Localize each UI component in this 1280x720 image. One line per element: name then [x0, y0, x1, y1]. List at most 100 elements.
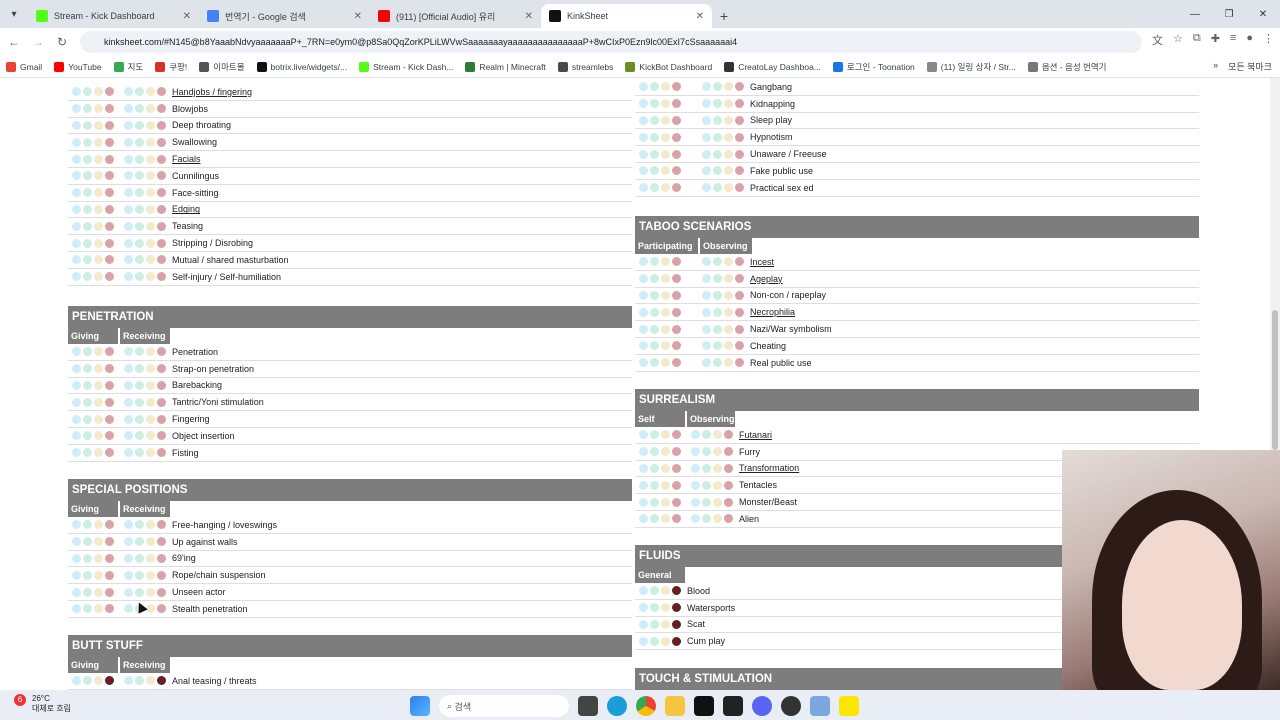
rating-dot[interactable]: [713, 82, 722, 92]
rating-dot[interactable]: [157, 188, 166, 198]
restore-button[interactable]: ❐: [1212, 0, 1246, 28]
rating-dot[interactable]: [639, 99, 648, 109]
rating-dot[interactable]: [72, 414, 81, 424]
rating-dot[interactable]: [661, 480, 670, 490]
rating-dot[interactable]: [661, 514, 670, 524]
rating-dot[interactable]: [124, 604, 133, 614]
tab-close-icon[interactable]: ✕: [696, 11, 704, 22]
rating-dot[interactable]: [672, 341, 681, 351]
rating-dot[interactable]: [124, 120, 133, 130]
rating-dot[interactable]: [639, 324, 648, 334]
rating-dot[interactable]: [83, 397, 92, 407]
rating-dot[interactable]: [650, 82, 659, 92]
discord-icon[interactable]: [752, 696, 772, 716]
rating-dot[interactable]: [105, 188, 114, 198]
rating-dot[interactable]: [672, 447, 681, 457]
more-bookmarks-icon[interactable]: »: [1213, 60, 1218, 73]
rating-dot[interactable]: [672, 619, 681, 629]
rating-dot[interactable]: [105, 137, 114, 147]
rating-dot[interactable]: [157, 171, 166, 181]
browser-tab[interactable]: Stream - Kick Dashboard ✕: [28, 4, 199, 28]
rating-dot[interactable]: [94, 238, 103, 248]
tab-close-icon[interactable]: ✕: [354, 11, 362, 22]
rating-dot[interactable]: [146, 87, 155, 97]
rating-dot[interactable]: [83, 87, 92, 97]
bookmark-item[interactable]: YouTube: [54, 61, 102, 73]
rating-dot[interactable]: [124, 272, 133, 282]
rating-dot[interactable]: [83, 104, 92, 114]
rating-dot[interactable]: [72, 520, 81, 530]
rating-dot[interactable]: [702, 430, 711, 440]
rating-dot[interactable]: [146, 221, 155, 231]
rating-dot[interactable]: [672, 274, 681, 284]
rating-dot[interactable]: [650, 132, 659, 142]
rating-dot[interactable]: [105, 520, 114, 530]
rating-dot[interactable]: [672, 183, 681, 193]
item-label[interactable]: Facials: [172, 154, 201, 164]
rating-dot[interactable]: [135, 448, 144, 458]
bookmark-item[interactable]: streamlebs: [557, 61, 613, 73]
rating-dot[interactable]: [713, 497, 722, 507]
rating-dot[interactable]: [702, 274, 711, 284]
rating-dot[interactable]: [713, 307, 722, 317]
rating-dot[interactable]: [83, 204, 92, 214]
rating-dot[interactable]: [135, 87, 144, 97]
rating-dot[interactable]: [94, 604, 103, 614]
rating-dot[interactable]: [639, 447, 648, 457]
rating-dot[interactable]: [661, 183, 670, 193]
rating-dot[interactable]: [672, 463, 681, 473]
rating-dot[interactable]: [135, 255, 144, 265]
rating-dot[interactable]: [146, 431, 155, 441]
rating-dot[interactable]: [83, 553, 92, 563]
extensions-puzzle-icon[interactable]: ✚: [1211, 32, 1220, 48]
app-icon[interactable]: [810, 696, 830, 716]
rating-dot[interactable]: [661, 324, 670, 334]
rating-dot[interactable]: [94, 397, 103, 407]
rating-dot[interactable]: [713, 115, 722, 125]
browser-tab[interactable]: (911) [Official Audio] 유리 ✕: [370, 4, 541, 28]
rating-dot[interactable]: [702, 463, 711, 473]
rating-dot[interactable]: [124, 448, 133, 458]
rating-dot[interactable]: [105, 87, 114, 97]
rating-dot[interactable]: [157, 137, 166, 147]
rating-dot[interactable]: [94, 570, 103, 580]
rating-dot[interactable]: [72, 553, 81, 563]
rating-dot[interactable]: [735, 132, 744, 142]
rating-dot[interactable]: [135, 221, 144, 231]
rating-dot[interactable]: [157, 520, 166, 530]
rating-dot[interactable]: [724, 463, 733, 473]
rating-dot[interactable]: [157, 104, 166, 114]
rating-dot[interactable]: [735, 166, 744, 176]
bookmark-item[interactable]: botrix.live/widgets/...: [256, 61, 347, 73]
rating-dot[interactable]: [146, 154, 155, 164]
windows-start-icon[interactable]: [410, 696, 430, 716]
rating-dot[interactable]: [650, 257, 659, 267]
rating-dot[interactable]: [672, 290, 681, 300]
bookmark-item[interactable]: 이마트몰: [199, 61, 245, 73]
rating-dot[interactable]: [639, 480, 648, 490]
taskbar-search[interactable]: ⌕ 검색: [439, 695, 569, 717]
rating-dot[interactable]: [672, 115, 681, 125]
rating-dot[interactable]: [135, 272, 144, 282]
file-explorer-icon[interactable]: [665, 696, 685, 716]
rating-dot[interactable]: [105, 676, 114, 686]
tab-close-icon[interactable]: ✕: [183, 11, 191, 22]
rating-dot[interactable]: [94, 272, 103, 282]
rating-dot[interactable]: [639, 341, 648, 351]
rating-dot[interactable]: [702, 183, 711, 193]
rating-dot[interactable]: [135, 397, 144, 407]
rating-dot[interactable]: [72, 104, 81, 114]
rating-dot[interactable]: [72, 171, 81, 181]
scrollbar-thumb[interactable]: [1272, 310, 1278, 450]
rating-dot[interactable]: [672, 603, 681, 613]
weather-widget[interactable]: 6 26°C 대체로 흐림: [14, 694, 71, 714]
rating-dot[interactable]: [661, 149, 670, 159]
rating-dot[interactable]: [639, 636, 648, 646]
rating-dot[interactable]: [157, 587, 166, 597]
rating-dot[interactable]: [672, 99, 681, 109]
bookmark-item[interactable]: CreatoLay Dashboa...: [724, 61, 821, 73]
rating-dot[interactable]: [94, 104, 103, 114]
address-bar[interactable]: kinksheet.com/#N145@b8YaaabNdvyaaaaaaaP+…: [80, 31, 1142, 53]
rating-dot[interactable]: [124, 364, 133, 374]
rating-dot[interactable]: [672, 480, 681, 490]
